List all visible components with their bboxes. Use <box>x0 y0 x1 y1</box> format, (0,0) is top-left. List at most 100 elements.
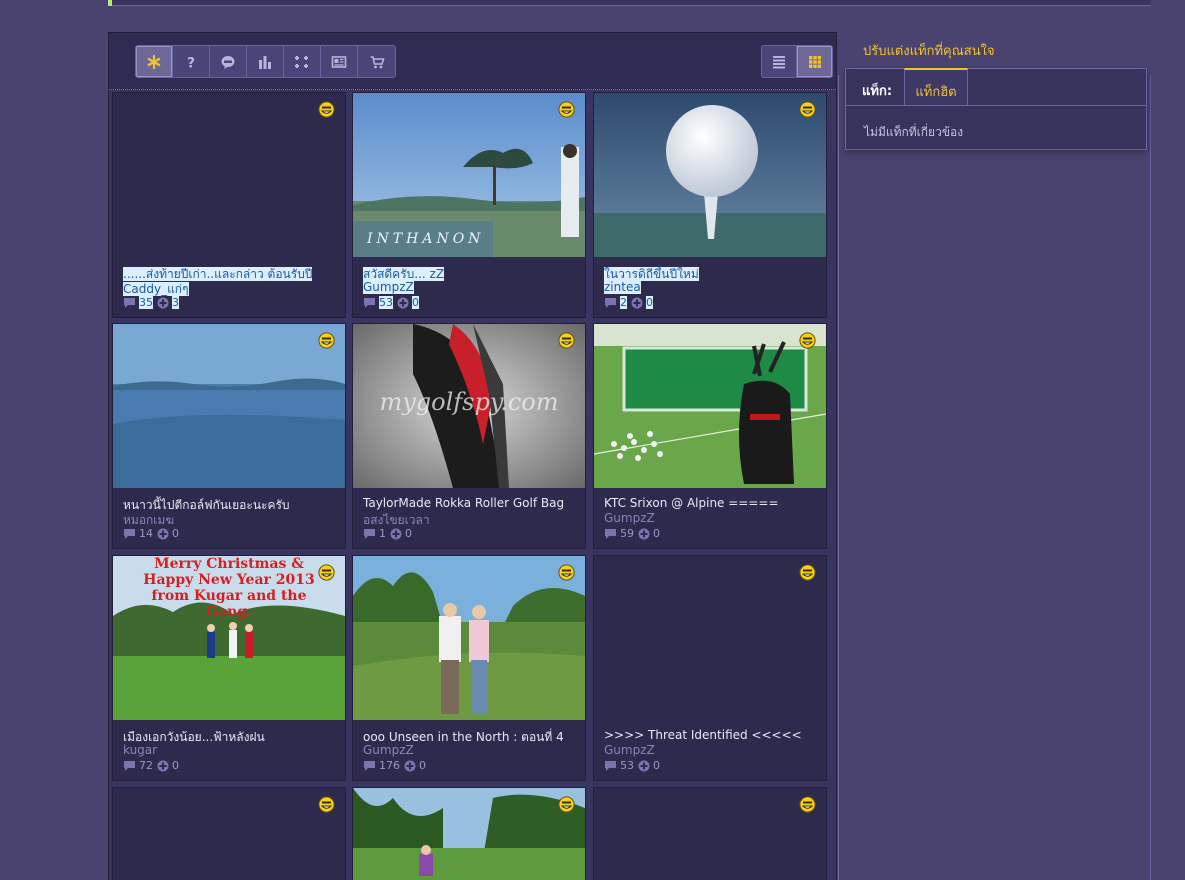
topic-card[interactable]: ในวารดิถีขึ้นปีใหม่ zintea 2 0 <box>593 92 827 318</box>
filter-shop-button[interactable] <box>358 46 395 77</box>
filter-poll-button[interactable] <box>247 46 284 77</box>
topic-author-link[interactable]: GumpzZ <box>604 511 655 525</box>
topic-thumbnail <box>594 788 826 880</box>
comment-icon <box>605 528 616 539</box>
topic-card[interactable]: ......ส่งท้ายปีเก่า..และกล่าว ต้อนรับปี … <box>112 92 346 318</box>
comment-icon <box>605 297 616 308</box>
topic-thumbnail <box>353 556 585 720</box>
topic-stats: 53 0 <box>604 759 664 772</box>
plus-vote-icon <box>397 297 409 308</box>
filter-question-button[interactable]: ? <box>173 46 210 77</box>
image-text-line: Merry Christmas & <box>154 556 304 572</box>
topic-author-link[interactable]: kugar <box>123 743 157 757</box>
plus-vote-icon <box>638 760 650 771</box>
image-text-line: Happy New Year 2013 <box>143 572 315 588</box>
smiley-icon <box>318 101 335 118</box>
sidebar-frame <box>838 75 1151 880</box>
golf-bag-photo: mygolfspy.com <box>353 324 585 488</box>
topic-title-link[interactable]: KTC Srixon @ Alpine ===== <box>604 496 819 510</box>
topic-card[interactable]: mygolfspy.com TaylorMade Rokka Roller Go… <box>352 323 586 549</box>
comment-count: 35 <box>139 296 153 309</box>
tag-customize-link[interactable]: ปรับแต่งแท็กที่คุณสนใจ <box>863 40 995 61</box>
topic-thumbnail <box>113 788 345 880</box>
filter-toolbar: ? <box>109 33 836 90</box>
topic-author-link[interactable]: GumpzZ <box>363 280 414 294</box>
plus-vote-icon <box>638 528 650 539</box>
plus-vote-icon <box>157 297 169 308</box>
comment-icon <box>124 297 135 308</box>
topic-stats: 53 0 <box>363 296 423 309</box>
topic-thumbnail <box>594 556 826 720</box>
tab-hot-tags[interactable]: แท็กฮิต <box>904 68 968 106</box>
golfers-photo <box>353 556 585 720</box>
top-bar <box>108 0 1151 6</box>
vote-count: 0 <box>412 296 419 309</box>
no-tags-message: ไม่มีแท็กที่เกี่ยวข้อง <box>864 125 964 139</box>
filter-review-button[interactable] <box>284 46 321 77</box>
inthanon-sign: INTHANON <box>366 231 484 247</box>
topic-card[interactable] <box>112 787 346 880</box>
topic-stats: 35 3 <box>123 296 183 309</box>
image-text-line: Gang. <box>206 604 252 620</box>
vote-count: 0 <box>653 759 660 772</box>
chart-icon <box>259 55 271 69</box>
grid-view-button[interactable] <box>797 46 832 77</box>
list-view-button[interactable] <box>762 46 797 77</box>
topic-card[interactable] <box>593 787 827 880</box>
smiley-icon <box>318 332 335 349</box>
topic-card[interactable]: ooo Unseen in the North : ตอนที่ 4 Gumpz… <box>352 555 586 781</box>
golf-swing-photo <box>353 788 585 880</box>
topic-stats: 1 0 <box>363 527 416 540</box>
comment-icon <box>605 760 616 771</box>
topic-author-link[interactable]: zintea <box>604 280 641 294</box>
plus-vote-icon <box>404 760 416 771</box>
vote-count: 0 <box>172 527 179 540</box>
topic-card[interactable]: หนาวนี้ไปตีกอล์ฟกันเยอะนะครับ หมอกเมฆ 14… <box>112 323 346 549</box>
comment-icon <box>364 528 375 539</box>
topic-card[interactable]: Merry Christmas & Happy New Year 2013 fr… <box>112 555 346 781</box>
vote-count: 0 <box>653 527 660 540</box>
category-filter-group: ? <box>135 45 396 78</box>
smiley-icon <box>558 564 575 581</box>
view-toggle-group <box>761 45 833 78</box>
topic-author-link[interactable]: GumpzZ <box>363 743 414 757</box>
comment-count: 2 <box>620 296 627 309</box>
vote-count: 0 <box>172 759 179 772</box>
plus-vote-icon <box>157 760 169 771</box>
comment-count: 14 <box>139 527 153 540</box>
smiley-icon <box>799 101 816 118</box>
filter-all-button[interactable] <box>136 46 173 77</box>
topic-stats: 176 0 <box>363 759 430 772</box>
smiley-icon <box>318 796 335 813</box>
topic-stats: 2 0 <box>604 296 657 309</box>
watermark-text: mygolfspy.com <box>379 388 558 416</box>
topic-thumbnail <box>594 324 826 488</box>
comment-icon <box>364 760 375 771</box>
golf-course-photo <box>113 324 345 488</box>
chat-icon <box>221 55 235 69</box>
comment-icon <box>124 528 135 539</box>
topic-title-link[interactable]: >>>> Threat Identified <<<<< <box>604 728 819 742</box>
topic-card[interactable]: KTC Srixon @ Alpine ===== GumpzZ 59 0 <box>593 323 827 549</box>
driving-range-photo <box>594 324 826 488</box>
topic-card[interactable] <box>352 787 586 880</box>
comment-count: 176 <box>379 759 400 772</box>
topic-thumbnail <box>594 93 826 257</box>
tag-panel: แท็ก: แท็กฮิต ไม่มีแท็กที่เกี่ยวข้อง <box>845 68 1147 150</box>
topic-author-link[interactable]: GumpzZ <box>604 743 655 757</box>
filter-chat-button[interactable] <box>210 46 247 77</box>
topic-title-link[interactable]: TaylorMade Rokka Roller Golf Bag <box>363 496 578 510</box>
plus-vote-icon <box>631 297 643 308</box>
top-bar-accent <box>108 0 112 6</box>
plus-vote-icon <box>157 528 169 539</box>
topic-card[interactable]: INTHANON สวัสดีครับ... zZ GumpzZ 53 0 <box>352 92 586 318</box>
topic-thumbnail <box>113 324 345 488</box>
vote-count: 0 <box>405 527 412 540</box>
filter-news-button[interactable] <box>321 46 358 77</box>
topic-thumbnail: Merry Christmas & Happy New Year 2013 fr… <box>113 556 345 720</box>
topic-card[interactable]: >>>> Threat Identified <<<<< GumpzZ 53 0 <box>593 555 827 781</box>
topic-thumbnail: mygolfspy.com <box>353 324 585 488</box>
svg-text:?: ? <box>187 55 195 70</box>
christmas-photo: Merry Christmas & Happy New Year 2013 fr… <box>113 556 345 720</box>
vote-count: 3 <box>172 296 179 309</box>
